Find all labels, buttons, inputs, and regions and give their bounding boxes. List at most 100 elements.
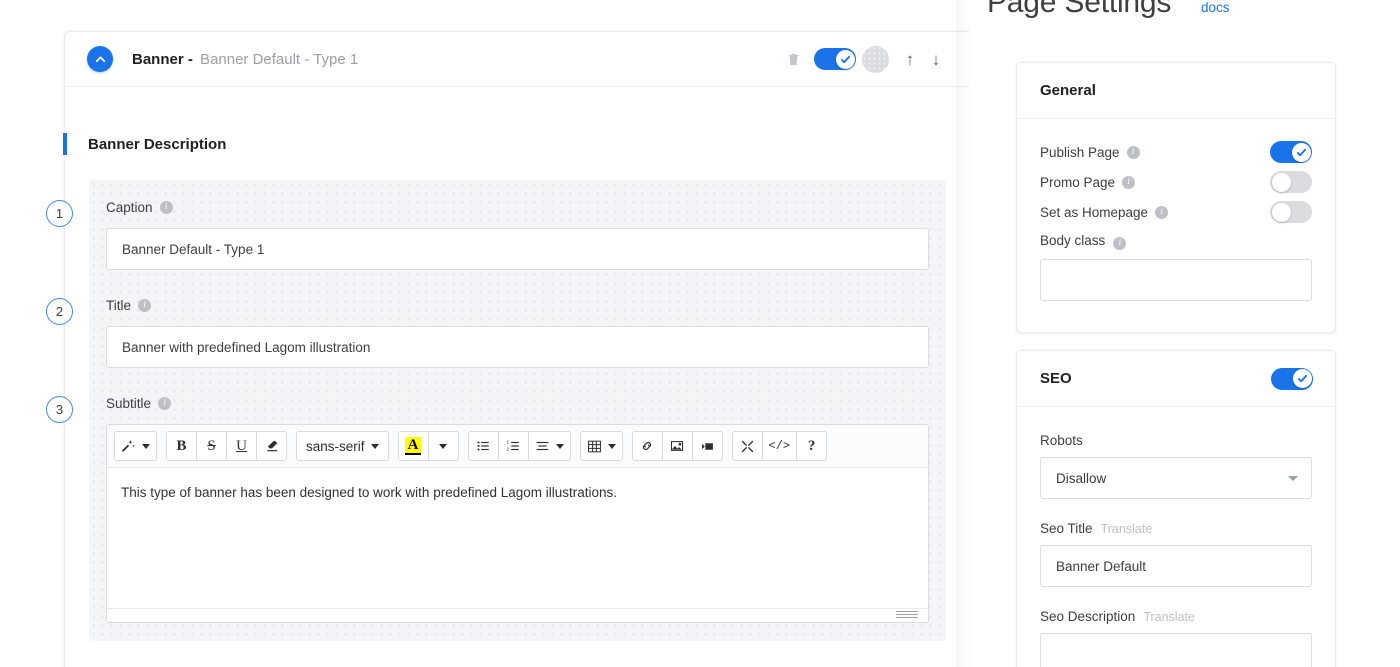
general-settings-card: General Publish Page i Promo Page i Set … [1016, 62, 1336, 333]
fullscreen-icon[interactable] [731, 431, 763, 461]
bullet-list-icon[interactable] [467, 431, 499, 461]
bold-icon[interactable]: B [166, 431, 197, 461]
general-card-title: General [1040, 82, 1096, 99]
strikethrough-icon[interactable]: S [196, 431, 227, 461]
info-icon[interactable]: i [159, 200, 173, 214]
info-icon[interactable]: i [1122, 175, 1136, 189]
setting-publish-page: Publish Page i [1040, 137, 1312, 167]
video-icon[interactable] [691, 431, 723, 461]
title-input[interactable] [106, 326, 929, 368]
toggle-knob [1291, 142, 1311, 162]
info-icon[interactable]: i [1113, 237, 1127, 250]
magic-wand-icon[interactable] [114, 431, 157, 461]
caption-input[interactable] [106, 228, 929, 270]
block-title-separator: - [183, 50, 198, 68]
link-icon[interactable] [631, 431, 663, 461]
body-class-label-text: Body class [1040, 233, 1106, 248]
block-title: Banner - Banner Default - Type 1 [132, 51, 358, 68]
setting-label-text: Publish Page [1040, 144, 1120, 160]
resize-grip-icon[interactable] [896, 611, 918, 620]
info-icon[interactable]: i [158, 396, 172, 410]
block-title-text: Banner [132, 50, 184, 68]
toolbar-group-insert [631, 431, 723, 461]
page-settings-panel: Page Settings docs General Publish Page … [970, 0, 1400, 667]
banner-block-card: Banner - Banner Default - Type 1 ↑ ↓ Ban… [46, 31, 969, 667]
code-icon[interactable]: </> [761, 431, 798, 461]
align-icon[interactable] [527, 431, 571, 461]
general-card-body: Publish Page i Promo Page i Set as Homep… [1017, 119, 1335, 301]
field-label: Subtitle i [106, 390, 929, 416]
toggle-knob [835, 49, 855, 69]
field-label-text: Caption [106, 199, 153, 215]
seo-title-input[interactable] [1040, 545, 1312, 587]
section-accent-bar [63, 133, 67, 155]
toolbar-group-highlight: A [397, 431, 459, 461]
seo-title-label-text: Seo Title [1040, 521, 1093, 536]
toggle-knob [1271, 202, 1291, 222]
highlight-color-icon[interactable]: A [397, 431, 429, 461]
setting-robots: Robots [1040, 433, 1312, 499]
info-icon[interactable]: i [1155, 205, 1169, 219]
seo-title-label: Seo Title Translate [1040, 521, 1312, 536]
setting-seo-title: Seo Title Translate [1040, 521, 1312, 587]
numbered-list-icon[interactable]: 1 2 [497, 431, 529, 461]
setting-body-class: Body class i [1040, 233, 1312, 301]
seo-enabled-toggle[interactable] [1271, 367, 1313, 390]
trash-icon[interactable] [776, 42, 810, 76]
field-number-badge: 2 [46, 298, 73, 325]
chevron-down-icon [607, 443, 616, 449]
question-mark-icon[interactable]: ? [796, 431, 828, 461]
banner-description-heading: Banner Description [63, 133, 969, 155]
underline-icon[interactable]: U [226, 431, 257, 461]
seo-description-label-text: Seo Description [1040, 609, 1136, 624]
image-icon[interactable] [661, 431, 693, 461]
table-icon[interactable] [579, 431, 623, 461]
info-icon[interactable]: i [1126, 145, 1140, 159]
promo-page-toggle[interactable] [1270, 171, 1312, 193]
info-icon[interactable]: i [138, 298, 152, 312]
field-caption: 1 Caption i [46, 194, 946, 270]
seo-description-input[interactable] [1040, 633, 1312, 667]
highlight-color-select[interactable] [427, 431, 459, 461]
docs-link[interactable]: docs [1201, 0, 1230, 15]
banner-description-fields: 1 Caption i 2 Title i [46, 180, 946, 641]
seo-card-title: SEO [1040, 370, 1072, 387]
drag-handle-icon[interactable] [862, 45, 889, 73]
translate-link[interactable]: Translate [1143, 610, 1195, 624]
field-title: 2 Title i [46, 292, 946, 368]
toolbar-group-lists: 1 2 [467, 431, 571, 461]
robots-select[interactable] [1040, 457, 1312, 499]
font-family-label: sans-serif [306, 438, 365, 454]
setting-seo-description: Seo Description Translate [1040, 609, 1312, 667]
toggle-knob [1292, 369, 1312, 388]
font-family-select[interactable]: sans-serif [296, 431, 389, 461]
general-card-header: General [1017, 63, 1335, 119]
eraser-icon[interactable] [256, 431, 287, 461]
body-class-input[interactable] [1040, 259, 1312, 301]
seo-settings-card: SEO Robots Disallow Seo Title Translate … [1016, 350, 1336, 667]
banner-block-header: Banner - Banner Default - Type 1 ↑ ↓ [65, 32, 969, 87]
setting-set-as-homepage: Set as Homepage i [1040, 197, 1312, 227]
chevron-up-icon[interactable] [87, 46, 113, 72]
setting-label-text: Set as Homepage [1040, 204, 1149, 220]
publish-page-toggle[interactable] [1270, 141, 1312, 163]
translate-link[interactable]: Translate [1101, 522, 1153, 536]
chevron-down-icon [439, 443, 448, 449]
field-label: Title i [106, 292, 929, 318]
editor-statusbar [107, 608, 928, 622]
setting-label-text: Promo Page [1040, 174, 1116, 190]
setting-label: Set as Homepage i [1040, 204, 1169, 220]
editor-content-area[interactable]: This type of banner has been designed to… [107, 468, 928, 608]
arrow-up-icon[interactable]: ↑ [897, 44, 923, 74]
block-header-actions: ↑ ↓ [776, 42, 949, 76]
toggle-knob [1271, 172, 1291, 192]
svg-text:2: 2 [506, 447, 509, 452]
arrow-down-icon[interactable]: ↓ [923, 44, 949, 74]
chevron-down-icon [555, 443, 564, 449]
subtitle-rich-text-editor: B S U sans-serif A 1 2 </> ? This type o… [106, 424, 929, 623]
block-enabled-toggle[interactable] [814, 48, 856, 70]
page-root: Banner - Banner Default - Type 1 ↑ ↓ Ban… [0, 0, 1400, 667]
setting-label: Promo Page i [1040, 174, 1136, 190]
robots-select-wrapper [1040, 457, 1312, 499]
set-as-homepage-toggle[interactable] [1270, 201, 1312, 223]
